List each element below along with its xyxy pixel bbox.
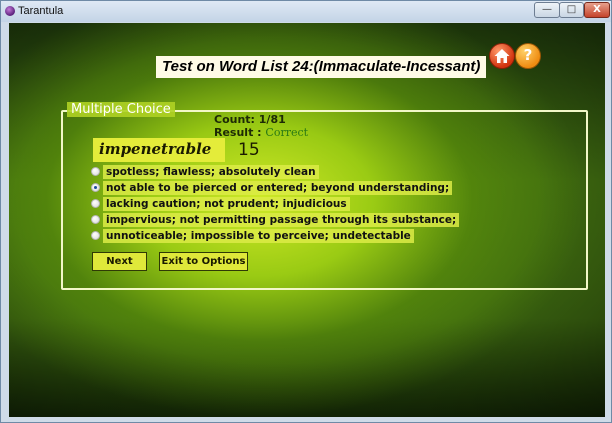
close-icon: X: [593, 4, 601, 15]
window-title: Tarantula: [18, 5, 64, 17]
radio-button[interactable]: [91, 167, 100, 176]
radio-button[interactable]: [91, 215, 100, 224]
radio-button[interactable]: [91, 183, 100, 192]
maximize-button[interactable]: □: [559, 2, 584, 18]
option-label[interactable]: impervious; not permitting passage throu…: [103, 213, 460, 227]
minimize-button[interactable]: —: [534, 2, 560, 18]
question-number: 15: [238, 140, 260, 160]
home-icon: [494, 49, 510, 63]
quiz-canvas: Test on Word List 24:(Immaculate-Incessa…: [9, 23, 605, 417]
help-icon: ?: [523, 46, 533, 64]
result-row: Result : Correct: [214, 126, 308, 139]
radio-button[interactable]: [91, 231, 100, 240]
option-label[interactable]: lacking caution; not prudent; injudiciou…: [103, 197, 350, 211]
title-bar[interactable]: Tarantula — □ X: [1, 1, 611, 22]
help-button[interactable]: ?: [515, 43, 541, 69]
home-button[interactable]: [489, 43, 515, 69]
result-value: Correct: [265, 126, 309, 139]
maximize-icon: □: [566, 4, 577, 15]
result-separator: :: [253, 126, 266, 139]
section-label: Multiple Choice: [67, 102, 175, 117]
exit-to-options-button[interactable]: Exit to Options: [159, 252, 248, 271]
minimize-icon: —: [542, 4, 552, 15]
count-label: Count: 1/81: [214, 113, 286, 126]
radio-button[interactable]: [91, 199, 100, 208]
option-label[interactable]: spotless; flawless; absolutely clean: [103, 165, 319, 179]
test-title: Test on Word List 24:(Immaculate-Incessa…: [156, 56, 487, 78]
next-button[interactable]: Next: [92, 252, 147, 271]
close-button[interactable]: X: [584, 2, 610, 18]
option-label[interactable]: unnoticeable; impossible to perceive; un…: [103, 229, 414, 243]
option-label[interactable]: not able to be pierced or entered; beyon…: [103, 181, 453, 195]
quiz-word: impenetrable: [93, 138, 225, 162]
app-icon: [5, 6, 15, 16]
app-window: Tarantula — □ X Test on Word List 24:(Im…: [0, 0, 612, 423]
